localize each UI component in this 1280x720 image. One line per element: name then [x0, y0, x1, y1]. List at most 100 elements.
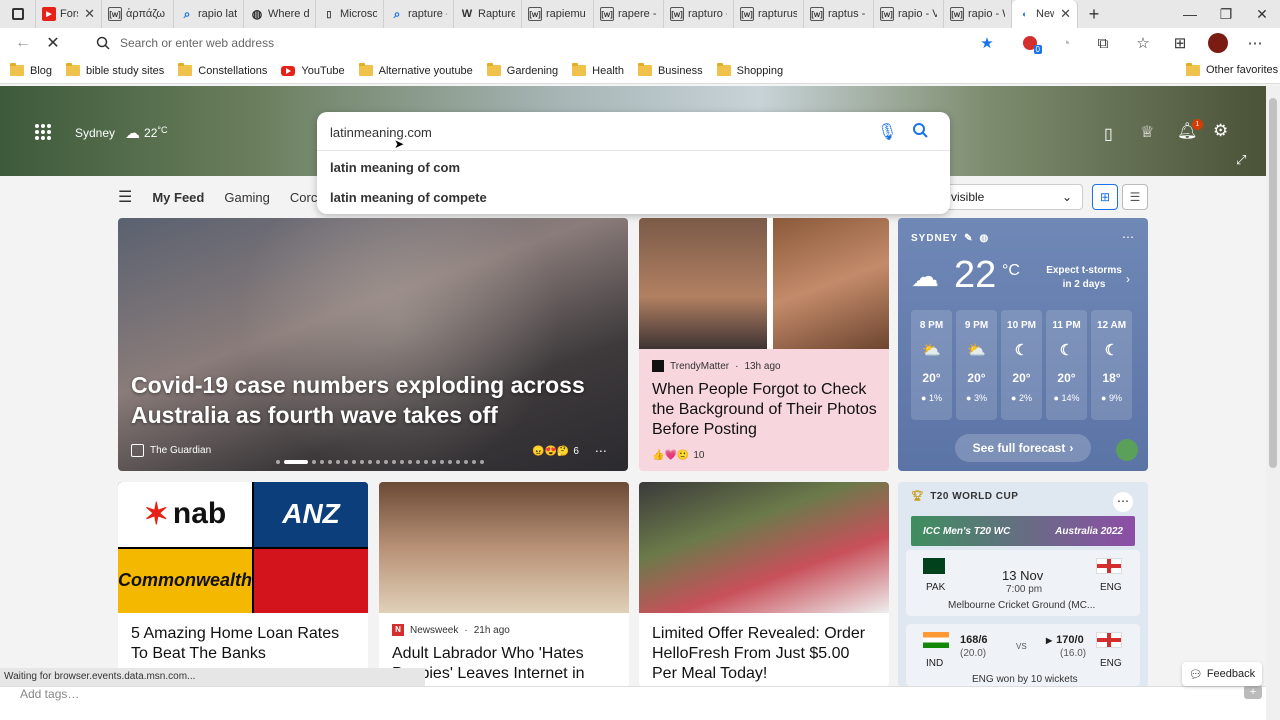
other-favorites[interactable]: Other favorites — [1186, 62, 1278, 76]
hamburger-menu-icon[interactable]: ☰ — [118, 187, 132, 207]
carousel-dot[interactable] — [392, 460, 396, 464]
carousel-dot[interactable] — [416, 460, 420, 464]
apps-launcher-icon[interactable] — [35, 124, 51, 140]
hour-forecast[interactable]: 8 PM ⛅ 20° ● 1% — [911, 310, 952, 420]
search-suggestion[interactable]: latin meaning of com — [330, 160, 460, 175]
content-visibility-select[interactable]: visible ⌄ — [940, 184, 1083, 210]
bookmark-item[interactable]: Shopping — [716, 63, 783, 77]
carousel-dot[interactable] — [472, 460, 476, 464]
favorites-icon[interactable]: ☆ — [1133, 33, 1153, 53]
rewards-icon[interactable]: ♕ — [1140, 122, 1154, 142]
card-reactions[interactable]: 👍💗🙂 10 — [652, 450, 704, 461]
stop-button[interactable]: ✕ — [38, 33, 68, 53]
weather-map-icon[interactable] — [1116, 439, 1138, 461]
carousel-dot[interactable] — [344, 460, 348, 464]
tab-actions-button[interactable] — [0, 0, 36, 28]
extension-button[interactable]: 0 — [1020, 33, 1042, 54]
carousel-dot[interactable] — [276, 460, 280, 464]
more-options-icon[interactable]: ⋯ — [1113, 492, 1133, 512]
bookmark-item[interactable]: Constellations — [178, 63, 267, 77]
news-card-hellofresh[interactable]: Limited Offer Revealed: Order HelloFresh… — [639, 482, 889, 687]
news-card-photos[interactable]: TrendyMatter · 13h ago When People Forgo… — [639, 218, 889, 471]
restore-button[interactable]: ❐ — [1208, 6, 1244, 23]
bookmark-item[interactable]: Gardening — [486, 63, 558, 77]
cricket-card[interactable]: 🏆︎ T20 WORLD CUP ⋯ ICC Men's T20 WC Aust… — [898, 482, 1148, 687]
chevron-right-icon[interactable]: › — [1126, 272, 1130, 286]
carousel-dot[interactable] — [480, 460, 484, 464]
address-bar[interactable]: Search or enter web address — [86, 31, 1006, 55]
add-tag-icon[interactable]: + — [1244, 685, 1262, 699]
tab[interactable]: [w] ἁρπάζω — [102, 0, 174, 28]
hour-forecast[interactable]: 12 AM ☾ 18° ● 9% — [1091, 310, 1132, 420]
new-tab-button[interactable]: + — [1078, 4, 1110, 25]
hour-forecast[interactable]: 11 PM ☾ 20° ● 14% — [1046, 310, 1087, 420]
tab[interactable]: ▯ Microsof — [316, 0, 384, 28]
settings-gear-icon[interactable]: ⚙ — [1213, 121, 1228, 141]
tab-my-feed[interactable]: My Feed — [152, 190, 204, 205]
tab[interactable]: [w] rapiemu — [522, 0, 594, 28]
feedback-button[interactable]: 💬︎ Feedback — [1182, 662, 1262, 686]
search-suggestion[interactable]: latin meaning of compete — [330, 190, 487, 205]
tab-coronavirus[interactable]: Corc — [290, 190, 317, 205]
minimize-button[interactable]: — — [1172, 6, 1208, 22]
collections-icon[interactable]: ⊞ — [1170, 33, 1190, 53]
tab[interactable]: [w] rapturo - — [664, 0, 734, 28]
carousel-dot[interactable] — [384, 460, 388, 464]
match-row-2[interactable]: IND 168/6 (20.0) VS ▶ 170/0 (16.0) ENG E… — [906, 624, 1140, 686]
carousel-dot[interactable] — [352, 460, 356, 464]
extensions-puzzle-icon[interactable]: ⧉ — [1093, 33, 1113, 53]
tab-gaming[interactable]: Gaming — [224, 190, 270, 205]
news-card-covid[interactable]: Covid-19 case numbers exploding across A… — [118, 218, 628, 471]
hour-forecast[interactable]: 9 PM ⛅ 20° ● 3% — [956, 310, 997, 420]
more-options-icon[interactable]: ⋯ — [595, 444, 607, 458]
carousel-dot[interactable] — [432, 460, 436, 464]
tab[interactable]: [w] rapio - W — [944, 0, 1012, 28]
globe-icon[interactable]: ◍ — [980, 233, 990, 244]
carousel-dot[interactable] — [408, 460, 412, 464]
scrollbar-thumb[interactable] — [1269, 98, 1277, 468]
carousel-dot[interactable] — [320, 460, 324, 464]
tab[interactable]: ◍ Where d — [244, 0, 316, 28]
bookmark-item[interactable]: Business — [637, 63, 703, 77]
tab[interactable]: W Rapture — [454, 0, 522, 28]
carousel-dot[interactable] — [456, 460, 460, 464]
tab[interactable]: [w] rapio - V — [874, 0, 944, 28]
tab[interactable]: ⌕ rapture - — [384, 0, 454, 28]
hour-forecast[interactable]: 10 PM ☾ 20° ● 2% — [1001, 310, 1042, 420]
news-card-dog[interactable]: N Newsweek · 21h ago Adult Labrador Who … — [379, 482, 629, 687]
carousel-dot[interactable] — [328, 460, 332, 464]
back-button[interactable]: ← — [8, 34, 38, 52]
carousel-dot[interactable] — [464, 460, 468, 464]
bookmark-item[interactable]: Blog — [10, 63, 52, 77]
favorite-star-icon[interactable]: ★ — [977, 33, 997, 53]
news-card-loans[interactable]: ✶ nab ANZ Commonwealth 5 Amazing Home Loa… — [118, 482, 368, 687]
carousel-dot[interactable] — [360, 460, 364, 464]
window-close-button[interactable]: ✕ — [1244, 6, 1280, 23]
more-options-icon[interactable]: ⋯ — [1122, 230, 1134, 244]
tab-close-button[interactable]: ✕ — [1060, 6, 1071, 22]
bookmark-item[interactable]: bible study sites — [66, 63, 164, 77]
search-submit-button[interactable] — [912, 122, 928, 141]
carousel-dot[interactable] — [424, 460, 428, 464]
card-reactions[interactable]: 😠😍🤔 6 ⋯ — [532, 444, 607, 458]
grid-view-button[interactable]: ⊞ — [1092, 184, 1118, 210]
phone-icon[interactable]: ▯ — [1104, 124, 1113, 144]
carousel-dot[interactable] — [440, 460, 444, 464]
tab[interactable]: [w] rapere - — [594, 0, 664, 28]
search-input[interactable]: latinmeaning.com — [330, 125, 432, 140]
profile-avatar[interactable] — [1208, 33, 1228, 53]
bookmark-item[interactable]: Health — [572, 63, 624, 77]
header-weather[interactable]: Sydney ☁ 22 °C — [75, 124, 168, 142]
see-forecast-button[interactable]: See full forecast › — [955, 434, 1091, 462]
tab[interactable]: ⌕ rapio lat — [174, 0, 244, 28]
carousel-dot[interactable] — [376, 460, 380, 464]
bookmark-item[interactable]: YouTube — [281, 65, 345, 77]
scrollbar[interactable] — [1266, 86, 1280, 720]
tab-close-button[interactable]: ✕ — [84, 6, 95, 22]
expand-icon[interactable]: ⤢ — [1236, 152, 1246, 168]
more-menu-icon[interactable]: ⋯ — [1245, 33, 1265, 53]
weather-card[interactable]: SYDNEY ✎ ◍ ⋯ ☁ 22 °C Expect t-storms in … — [898, 218, 1148, 471]
tab[interactable]: ▶ Fors ✕ — [36, 0, 102, 28]
edit-pencil-icon[interactable]: ✎ — [964, 233, 973, 244]
microphone-icon[interactable]: 🎙︎ — [877, 122, 897, 142]
